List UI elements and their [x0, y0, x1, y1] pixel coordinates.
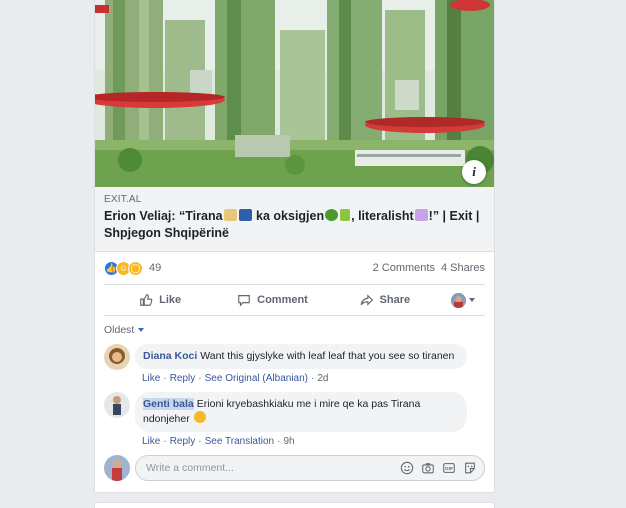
comment-order-selector[interactable]: Oldest [104, 324, 485, 336]
comment-reply-link[interactable]: Reply [170, 436, 196, 447]
share-button[interactable]: Share [329, 293, 441, 307]
like-icon [140, 294, 153, 306]
gif-icon[interactable]: GIF [442, 461, 456, 475]
link-preview-image[interactable]: i [95, 0, 494, 187]
chevron-down-icon [138, 328, 145, 332]
heart-eyes-emoji-icon [193, 411, 206, 423]
link-headline[interactable]: Erion Veliaj: “Tirana ka oksigjen, liter… [104, 208, 485, 242]
post-actions: Like Comment Share [104, 285, 485, 316]
camera-icon[interactable] [421, 461, 435, 475]
audience-selector[interactable] [441, 292, 485, 308]
reactions-summary[interactable]: 👍 ☺ ◯ 49 [104, 260, 162, 276]
comment-time[interactable]: 9h [283, 436, 294, 447]
avatar [104, 455, 130, 481]
comment-item: Genti bala Erioni kryebashkiaku me i mire… [104, 392, 485, 447]
building-emoji-icon [223, 209, 237, 221]
post-card: i EXIT.AL Erion Veliaj: “Tirana ka oksig… [94, 0, 495, 493]
next-post-card [94, 502, 495, 508]
comment-button[interactable]: Comment [216, 293, 328, 307]
comment-bubble: Diana Koci Want this gjyslyke with leaf l… [135, 344, 467, 369]
like-button[interactable]: Like [104, 293, 216, 307]
comment-actions: Like · Reply · See Translation · 9h [142, 436, 295, 447]
comment-reply-link[interactable]: Reply [170, 373, 196, 384]
comment-text: Want this gjyslyke with leaf leaf that y… [200, 350, 455, 362]
avatar[interactable] [104, 392, 130, 418]
post-stats: 👍 ☺ ◯ 49 2 Comments 4 Shares [104, 252, 485, 285]
chevron-down-icon [468, 298, 475, 302]
seedling-emoji-icon [340, 209, 351, 221]
emoji-icon[interactable] [400, 461, 414, 475]
comment-author[interactable]: Genti bala [143, 398, 194, 410]
avatar[interactable] [104, 344, 130, 370]
comment-composer: Write a comment... GIF [104, 455, 485, 481]
city-illustration [95, 0, 494, 187]
comment-bubble: Genti bala Erioni kryebashkiaku me i mire… [135, 392, 467, 432]
comment-icon [238, 295, 250, 307]
comment-input[interactable]: Write a comment... GIF [135, 455, 485, 481]
comments-section: Oldest Diana Koci Want this gjyslyke with… [95, 324, 494, 481]
link-domain: EXIT.AL [104, 194, 142, 205]
share-icon [360, 294, 373, 306]
comment-time[interactable]: 2d [317, 373, 328, 384]
shares-count[interactable]: 4 Shares [441, 262, 485, 274]
see-original-link[interactable]: See Original (Albanian) [205, 373, 308, 384]
wow-reaction-icon: ◯ [128, 260, 143, 276]
heart-emoji-icon [414, 209, 428, 221]
city-emoji-icon [238, 209, 252, 221]
comment-item: Diana Koci Want this gjyslyke with leaf l… [104, 344, 485, 384]
see-translation-link[interactable]: See Translation [205, 436, 275, 447]
info-icon[interactable]: i [462, 160, 486, 184]
svg-text:GIF: GIF [445, 466, 453, 472]
comments-count[interactable]: 2 Comments [373, 262, 435, 274]
comment-like-link[interactable]: Like [142, 373, 160, 384]
link-meta[interactable]: EXIT.AL Erion Veliaj: “Tirana ka oksigje… [95, 187, 494, 252]
sticker-icon[interactable] [463, 461, 477, 475]
avatar [450, 292, 466, 308]
comment-actions: Like · Reply · See Original (Albanian) · 2d [142, 373, 329, 384]
comment-like-link[interactable]: Like [142, 436, 160, 447]
reaction-count: 49 [149, 262, 162, 274]
tree-emoji-icon [325, 209, 339, 221]
comment-author[interactable]: Diana Koci [143, 350, 197, 362]
